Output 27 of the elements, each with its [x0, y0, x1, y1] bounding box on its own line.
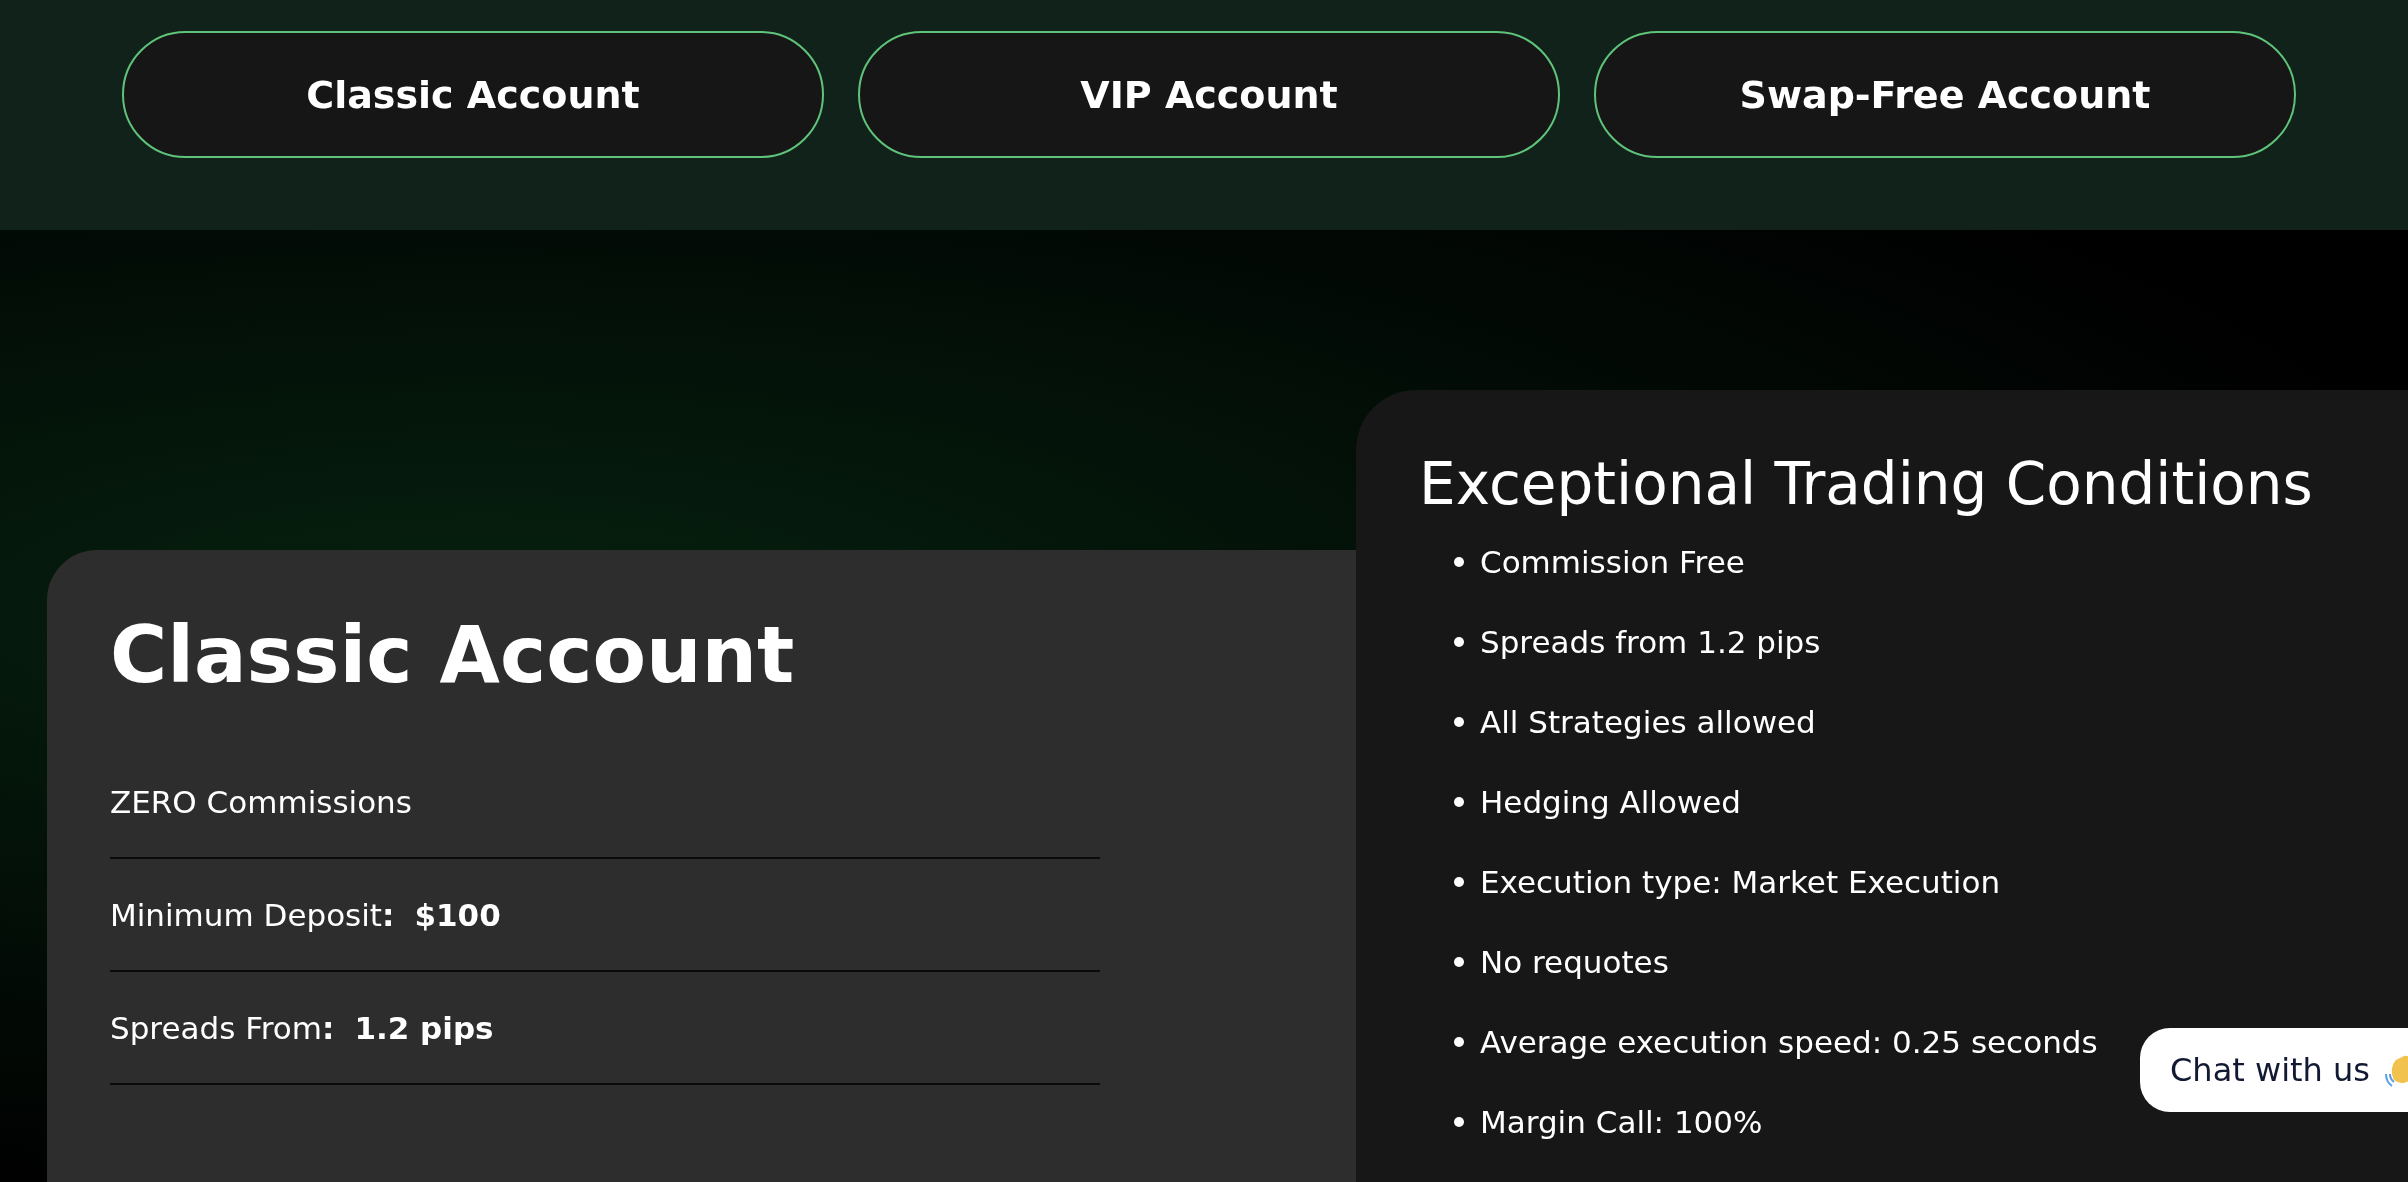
chat-button[interactable]: Chat with us [2140, 1028, 2408, 1112]
bullet-icon [1454, 1037, 1464, 1047]
bullet-icon [1454, 557, 1464, 567]
account-tab[interactable]: Classic Account [122, 31, 824, 158]
condition-text: Commission Free [1480, 544, 1745, 580]
feature-label: Minimum Deposit: [110, 896, 395, 933]
bullet-icon [1454, 877, 1464, 887]
account-title: Classic Account [110, 610, 796, 700]
feature-label: ZERO Commissions [110, 783, 412, 820]
condition-text: Spreads from 1.2 pips [1480, 624, 1821, 660]
condition-text: Execution type: Market Execution [1480, 864, 2001, 900]
account-tab[interactable]: VIP Account [858, 31, 1560, 158]
bullet-icon [1454, 957, 1464, 967]
feature-value: 1.2 pips [354, 1009, 494, 1046]
feature-label: Spreads From: [110, 1009, 335, 1046]
bullet-icon [1454, 1117, 1464, 1127]
conditions-title: Exceptional Trading Conditions [1419, 450, 2314, 518]
condition-text: No requotes [1480, 944, 1669, 980]
bullet-icon [1454, 637, 1464, 647]
account-tab[interactable]: Swap-Free Account [1594, 31, 2296, 158]
condition-text: Hedging Allowed [1480, 784, 1742, 820]
bullet-icon [1454, 797, 1464, 807]
bullet-icon [1454, 717, 1464, 727]
condition-text: Average execution speed: 0.25 seconds [1480, 1024, 2098, 1060]
condition-text: All Strategies allowed [1480, 704, 1816, 740]
feature-value: $100 [414, 896, 501, 933]
condition-text: Margin Call: 100% [1480, 1104, 1763, 1140]
